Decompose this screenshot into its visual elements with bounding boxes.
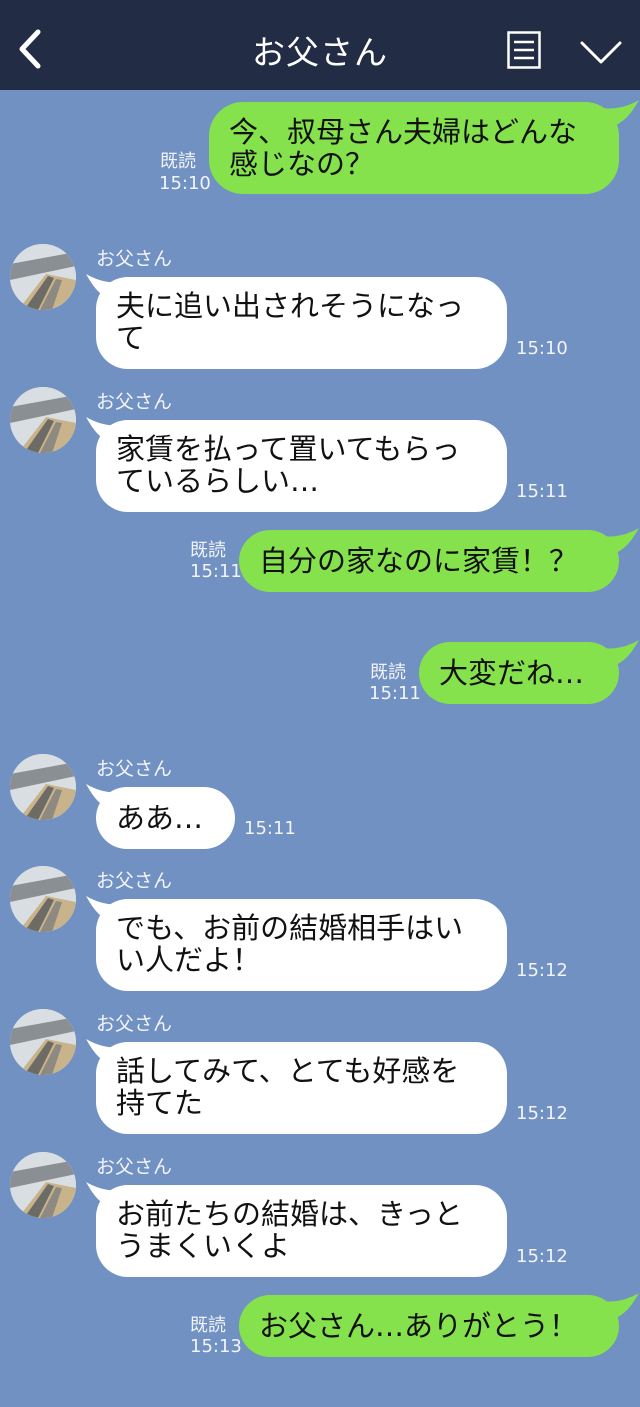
- message-row: お父さん お前たちの結婚は、きっと うまくいくよ 15:12: [0, 1152, 640, 1277]
- sender-name: お父さん: [96, 1013, 173, 1035]
- avatar[interactable]: [10, 754, 76, 820]
- chat-title: お父さん: [252, 33, 388, 72]
- sender-name: お父さん: [96, 248, 173, 270]
- message-time: 15:13: [190, 1336, 242, 1357]
- message-time: 15:11: [244, 818, 296, 839]
- avatar[interactable]: [10, 1152, 76, 1218]
- chevron-down-icon[interactable]: [580, 40, 622, 66]
- sender-name: お父さん: [96, 391, 173, 413]
- message-bubble-out[interactable]: お父さん…ありがとう！: [239, 1295, 619, 1357]
- message-bubble-in[interactable]: 家賃を払って置いてもらっ ているらしい…: [96, 420, 507, 512]
- message-row: お父さん 夫に追い出されそうになっ て 15:10: [0, 244, 640, 369]
- bubble-tail: [603, 100, 639, 128]
- message-row: お父さん 家賃を払って置いてもらっ ているらしい… 15:11: [0, 387, 640, 512]
- message-time: 15:11: [516, 481, 568, 502]
- avatar[interactable]: [10, 1009, 76, 1075]
- bubble-tail: [603, 640, 639, 668]
- avatar[interactable]: [10, 387, 76, 453]
- message-bubble-in[interactable]: でも、お前の結婚相手はい い人だよ！: [96, 899, 507, 991]
- message-time: 15:11: [190, 561, 242, 582]
- menu-icon[interactable]: [507, 31, 541, 69]
- message-bubble-in[interactable]: お前たちの結婚は、きっと うまくいくよ: [96, 1185, 507, 1277]
- message-time: 15:10: [159, 173, 211, 194]
- message-list[interactable]: 今、叔母さん夫婦はどんな 感じなの？ 既読 15:10 お父さん 夫に追い出され…: [0, 90, 640, 1407]
- message-row: 自分の家なのに家賃！？ 既読 15:11: [0, 528, 640, 592]
- avatar[interactable]: [10, 244, 76, 310]
- message-row: お父さん ああ… 15:11: [0, 754, 640, 850]
- message-time: 15:12: [516, 1103, 568, 1124]
- sender-name: お父さん: [96, 1156, 173, 1178]
- avatar[interactable]: [10, 866, 76, 932]
- bubble-tail: [603, 528, 639, 556]
- message-time: 15:12: [516, 960, 568, 981]
- message-row: お父さん でも、お前の結婚相手はい い人だよ！ 15:12: [0, 866, 640, 991]
- message-row: 大変だね… 既読 15:11: [0, 640, 640, 704]
- message-row: 今、叔母さん夫婦はどんな 感じなの？ 既読 15:10: [0, 100, 640, 195]
- message-bubble-out[interactable]: 自分の家なのに家賃！？: [239, 530, 619, 592]
- message-bubble-in[interactable]: 話してみて、とても好感を 持てた: [96, 1042, 507, 1134]
- message-bubble-out[interactable]: 大変だね…: [419, 642, 619, 704]
- message-bubble-in[interactable]: ああ…: [96, 787, 235, 849]
- read-receipt: 既読: [190, 540, 226, 561]
- message-time: 15:10: [516, 338, 568, 359]
- bubble-tail: [603, 1293, 639, 1321]
- message-bubble-out[interactable]: 今、叔母さん夫婦はどんな 感じなの？: [209, 102, 619, 194]
- message-row: お父さん…ありがとう！ 既読 15:13: [0, 1293, 640, 1357]
- read-receipt: 既読: [370, 662, 406, 683]
- read-receipt: 既読: [190, 1315, 226, 1336]
- message-time: 15:12: [516, 1246, 568, 1267]
- read-receipt: 既読: [160, 151, 196, 172]
- sender-name: お父さん: [96, 870, 173, 892]
- message-time: 15:11: [369, 683, 421, 704]
- sender-name: お父さん: [96, 758, 173, 780]
- message-bubble-in[interactable]: 夫に追い出されそうになっ て: [96, 277, 507, 369]
- chat-header: お父さん: [0, 0, 640, 90]
- message-row: お父さん 話してみて、とても好感を 持てた 15:12: [0, 1009, 640, 1134]
